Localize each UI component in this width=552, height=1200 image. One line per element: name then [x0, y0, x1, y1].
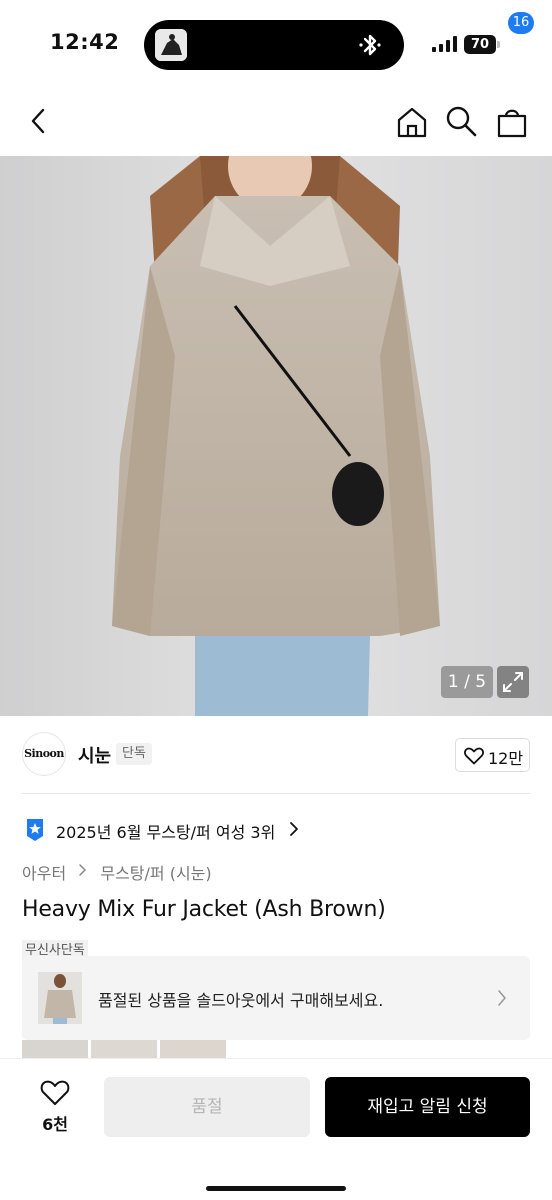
image-counter: 1 / 5 [441, 666, 493, 698]
thumbnail[interactable] [22, 1040, 88, 1058]
thumbnail[interactable] [91, 1040, 157, 1058]
restock-alert-button[interactable]: 재입고 알림 신청 [325, 1077, 530, 1137]
brand-row: Sinoon 시눈 단독 12만 [0, 716, 552, 794]
cart-icon[interactable] [494, 104, 530, 140]
product-thumbnail [38, 972, 82, 1024]
brand-exclusive-tag: 단독 [116, 743, 152, 765]
home-indicator [206, 1186, 346, 1191]
dynamic-island [144, 20, 404, 70]
search-icon[interactable] [444, 104, 478, 138]
divider [22, 793, 530, 794]
status-time: 12:42 [50, 30, 120, 54]
thumbnail[interactable] [160, 1040, 226, 1058]
breadcrumb: 아우터 무스탕/퍼 (시눈) [22, 860, 212, 884]
top-nav [0, 90, 552, 156]
now-playing-thumbnail [155, 29, 187, 61]
breadcrumb-item-category[interactable]: 무스탕/퍼 (시눈) [100, 860, 211, 884]
wishlist-count: 6천 [42, 1115, 68, 1134]
bluetooth-icon [359, 34, 381, 56]
soldout-button: 품절 [104, 1077, 310, 1137]
battery-level: 70 [464, 35, 496, 54]
ranking-link[interactable]: 2025년 6월 무스탕/퍼 여성 3위 [22, 815, 530, 845]
signal-icon [432, 36, 457, 52]
cart-count-badge: 16 [508, 12, 534, 34]
chevron-right-icon [79, 863, 87, 876]
soldout-promo-banner[interactable]: 품절된 상품을 솔드아웃에서 구매해보세요. [22, 956, 530, 1040]
brand-like-count: 12만 [488, 749, 524, 768]
chevron-right-icon [290, 822, 298, 836]
heart-outline-icon [464, 747, 484, 765]
brand-name[interactable]: 시눈 [78, 742, 111, 768]
breadcrumb-item-outer[interactable]: 아우터 [22, 860, 66, 884]
heart-outline-icon [40, 1080, 70, 1105]
product-image[interactable] [0, 156, 552, 716]
ranking-text: 2025년 6월 무스탕/퍼 여성 3위 [56, 823, 276, 842]
battery-icon: 70 [464, 35, 500, 54]
home-icon[interactable] [394, 104, 430, 140]
product-title: Heavy Mix Fur Jacket (Ash Brown) [22, 897, 386, 922]
brand-logo[interactable]: Sinoon [22, 732, 66, 776]
image-thumbnail-strip [22, 1040, 226, 1058]
soldout-promo-text: 품절된 상품을 솔드아웃에서 구매해보세요. [98, 991, 384, 1010]
expand-icon[interactable] [497, 666, 529, 698]
chevron-right-icon [498, 990, 506, 1006]
back-arrow-icon[interactable] [22, 104, 56, 138]
brand-like-button[interactable]: 12만 [455, 738, 530, 772]
wishlist-button[interactable]: 6천 [30, 1077, 80, 1137]
star-badge-icon [27, 819, 43, 841]
bottom-action-bar: 6천 품절 재입고 알림 신청 [0, 1058, 552, 1200]
status-bar: 12:42 70 [0, 0, 552, 90]
